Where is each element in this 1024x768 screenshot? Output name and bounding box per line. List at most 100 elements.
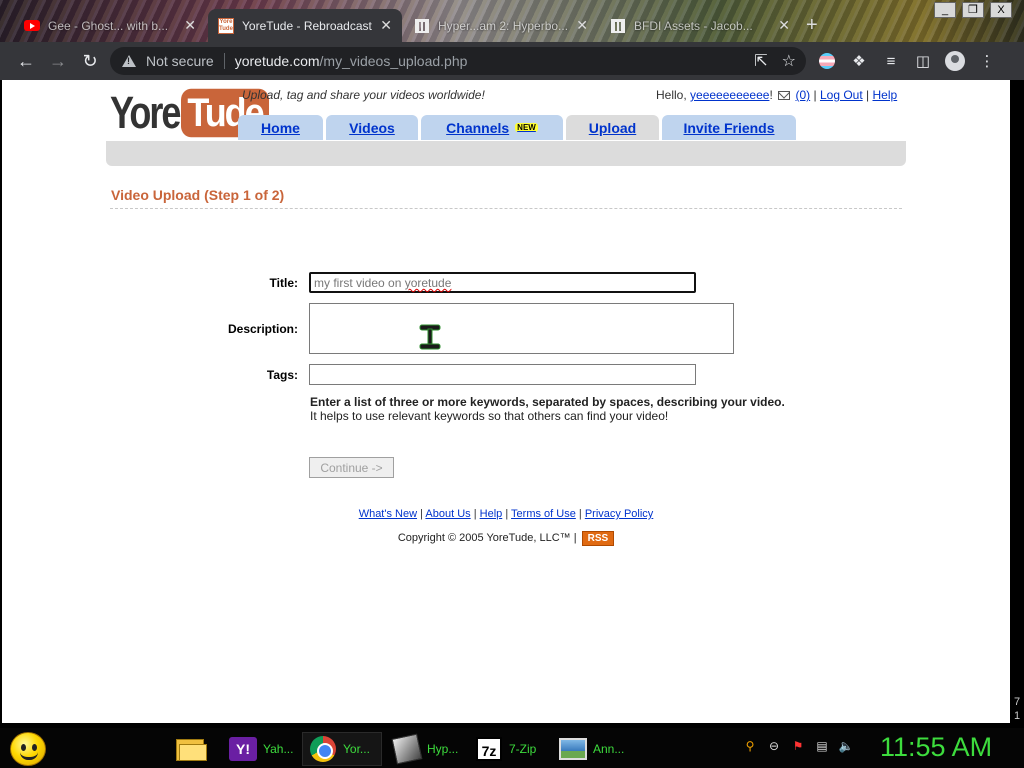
site-tagline: Upload, tag and share your videos worldw… — [242, 88, 485, 102]
close-tab-icon[interactable]: ✕ — [570, 17, 588, 34]
browser-toolbar: ← → ↻ Not secure yoretude.com/my_videos_… — [0, 42, 1024, 80]
tab-yoretude[interactable]: Yore Tude YoreTude - Rebroadcast ✕ — [208, 9, 402, 42]
7zip-icon: 7z — [475, 735, 503, 763]
maximize-button[interactable]: ❐ — [962, 2, 984, 18]
continue-button[interactable]: Continue -> — [309, 457, 394, 478]
picture-icon — [559, 735, 587, 763]
bookmark-star-icon[interactable]: ☆ — [782, 51, 796, 71]
greeting-text: Hello, — [656, 88, 687, 102]
nav-tab-channels[interactable]: Channels NEW — [421, 115, 563, 140]
taskbar-app-yahoo[interactable]: Y! Yah... — [222, 732, 298, 766]
logout-link[interactable]: Log Out — [820, 88, 863, 102]
close-tab-icon[interactable]: ✕ — [772, 17, 790, 34]
nav-tab-label: Channels — [446, 119, 510, 136]
archive-icon — [414, 18, 430, 34]
nav-tab-home[interactable]: Home — [238, 115, 323, 140]
description-textarea[interactable] — [309, 303, 734, 354]
chrome-icon — [309, 735, 337, 763]
reading-list-icon[interactable]: ≡ — [880, 50, 902, 72]
security-label[interactable]: Not secure — [146, 53, 214, 69]
tab-youtube[interactable]: Gee - Ghost... with b... ✕ — [14, 9, 206, 42]
tab-title: YoreTude - Rebroadcast — [242, 18, 372, 33]
yoretude-icon: Yore Tude — [218, 17, 234, 34]
side-panel-icon[interactable]: ◫ — [912, 50, 934, 72]
taskbar-app-chrome[interactable]: Yor... — [302, 732, 382, 766]
search-icon[interactable]: ⚲ — [742, 738, 758, 754]
volume-icon[interactable]: 🔈 — [838, 738, 854, 754]
share-icon[interactable]: ⇱ — [754, 51, 767, 71]
tags-hint-bold: Enter a list of three or more keywords, … — [310, 395, 785, 409]
copyright-line: Copyright © 2005 YoreTude, LLC™ | RSS — [2, 531, 1010, 546]
user-bar: Hello, yeeeeeeeeeee! (0) | Log Out | Hel… — [656, 88, 897, 102]
forward-arrow-icon[interactable]: → — [42, 45, 74, 77]
taskbar-app-hypercam[interactable]: Hyp... — [386, 732, 464, 766]
new-tab-button[interactable]: + — [806, 14, 818, 37]
address-bar[interactable]: Not secure yoretude.com/my_videos_upload… — [110, 47, 806, 75]
taskbar-clock[interactable]: 11:55 AM — [880, 732, 992, 763]
description-label: Description: — [227, 322, 298, 336]
help-link[interactable]: Help — [872, 88, 897, 102]
nav-tab-upload[interactable]: Upload — [566, 115, 659, 140]
tab-title: BFDI Assets - Jacob... — [634, 18, 753, 33]
tags-hint: It helps to use relevant keywords so tha… — [310, 409, 669, 423]
nav-tab-videos[interactable]: Videos — [326, 115, 418, 140]
taskbar-app-7zip[interactable]: 7z 7-Zip — [468, 732, 548, 766]
flag-icon[interactable]: ⚑ — [790, 738, 806, 754]
tags-input[interactable] — [309, 364, 696, 385]
title-input[interactable]: my first video on yoretude — [309, 272, 696, 293]
folder-icon[interactable] — [176, 736, 208, 762]
separator: | — [473, 508, 477, 520]
tags-label: Tags: — [266, 368, 298, 382]
taskbar: Y! Yah... Yor... Hyp... 7z 7-Zip Ann... … — [0, 728, 1024, 768]
profile-avatar-icon[interactable] — [944, 50, 966, 72]
browser-tab-strip: Gee - Ghost... with b... ✕ Yore Tude Yore… — [0, 0, 1024, 42]
logo-yore: Yore — [110, 86, 181, 138]
nav-tab-label: Invite Friends — [683, 119, 775, 136]
tab-bfdi-assets[interactable]: BFDI Assets - Jacob... ✕ — [600, 9, 800, 42]
heading-divider — [110, 208, 902, 209]
username-link[interactable]: yeeeeeeeeeee — [690, 88, 769, 102]
start-smiley-icon[interactable] — [10, 732, 46, 766]
window-controls: _ ❐ X — [928, 2, 1012, 18]
menu-kebab-icon[interactable]: ⋮ — [976, 50, 998, 72]
page-corner-digit: 1 — [1013, 710, 1021, 722]
title-input-text: my first video on — [314, 276, 405, 290]
title-input-misspelled-word: yoretude — [404, 276, 452, 290]
reload-icon[interactable]: ↻ — [74, 45, 106, 77]
separator: | — [813, 88, 817, 102]
footer-privacy-link[interactable]: Privacy Policy — [585, 508, 653, 520]
close-tab-icon[interactable]: ✕ — [178, 17, 196, 34]
tab-hypercam[interactable]: Hyper...am 2: Hyperbo... ✕ — [404, 9, 598, 42]
youtube-icon — [24, 18, 40, 34]
extension-flag-icon[interactable] — [816, 50, 838, 72]
back-arrow-icon[interactable]: ← — [10, 45, 42, 77]
greeting-bang: ! — [769, 88, 773, 102]
url-path: /my_videos_upload.php — [319, 53, 468, 69]
network-icon[interactable]: ▤ — [814, 738, 830, 754]
warning-icon[interactable] — [122, 55, 136, 67]
taskbar-app-label: Yah... — [263, 742, 294, 756]
footer-terms-link[interactable]: Terms of Use — [511, 508, 576, 520]
footer-about-link[interactable]: About Us — [425, 508, 470, 520]
footer-help-link[interactable]: Help — [480, 508, 503, 520]
envelope-icon[interactable] — [778, 91, 791, 100]
minimize-button[interactable]: _ — [934, 2, 956, 18]
nav-tab-invite-friends[interactable]: Invite Friends — [662, 115, 796, 140]
footer-whats-new-link[interactable]: What's New — [359, 508, 417, 520]
copyright-text: Copyright © 2005 YoreTude, LLC™ | — [397, 532, 577, 544]
text-cursor-icon — [419, 324, 441, 350]
close-window-button[interactable]: X — [990, 2, 1012, 18]
minus-circle-icon[interactable]: ⊖ — [766, 738, 782, 754]
taskbar-app-label: 7-Zip — [509, 742, 537, 756]
puzzle-icon[interactable]: ❖ — [848, 50, 870, 72]
tab-title: Gee - Ghost... with b... — [48, 18, 169, 33]
page-corner-digits: 7 1 — [1010, 695, 1024, 723]
rss-button[interactable]: RSS — [581, 531, 615, 546]
url-host: yoretude.com — [234, 53, 320, 69]
page-viewport: Yore Tude Upload, tag and share your vid… — [2, 80, 1010, 723]
inbox-count-link[interactable]: (0) — [795, 88, 810, 102]
taskbar-app-picture[interactable]: Ann... — [552, 732, 632, 766]
close-tab-icon[interactable]: ✕ — [374, 17, 392, 34]
nav-tab-label: Home — [261, 119, 300, 136]
nav-tab-label: Videos — [349, 119, 395, 136]
